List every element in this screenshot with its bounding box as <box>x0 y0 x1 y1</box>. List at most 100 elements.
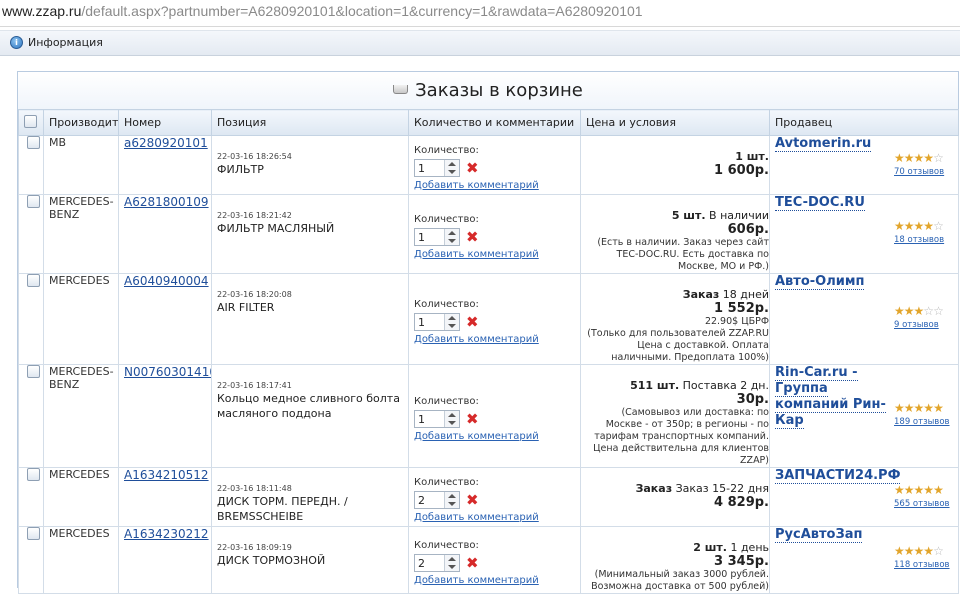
add-comment-link[interactable]: Добавить комментарий <box>414 180 580 191</box>
row-checkbox[interactable] <box>27 527 40 540</box>
add-comment-link[interactable]: Добавить комментарий <box>414 512 580 523</box>
rating-stars: ★★★★☆ <box>894 220 956 232</box>
col-manufacturer[interactable]: Производитель <box>43 109 119 136</box>
star-icon: ★ <box>894 219 905 233</box>
rating-stars: ★★★★★ <box>894 484 956 496</box>
col-position[interactable]: Позиция <box>211 109 409 136</box>
number-cell: A6040940004 <box>118 273 212 365</box>
seller-link[interactable]: Avtomerin.ru <box>775 136 872 152</box>
part-number-link[interactable]: A6281800109 <box>124 196 209 210</box>
add-comment-link[interactable]: Добавить комментарий <box>414 431 580 442</box>
spinner-up-icon[interactable] <box>448 412 456 417</box>
add-comment-link[interactable]: Добавить комментарий <box>414 249 580 260</box>
seller-link[interactable]: ЗАПЧАСТИ24.РФ <box>775 468 901 484</box>
position-name: ДИСК ТОРМ. ПЕРЕДН. / BREMSSCHEIBE <box>217 495 348 523</box>
delete-icon[interactable]: ✖ <box>466 314 479 330</box>
col-price[interactable]: Цена и условия <box>580 109 770 136</box>
part-number-link[interactable]: A1634210512 <box>124 469 209 483</box>
reviews-link[interactable]: 118 отзывов <box>894 560 950 570</box>
spinner-down-icon[interactable] <box>448 501 456 506</box>
delete-icon[interactable]: ✖ <box>466 555 479 571</box>
spinner-down-icon[interactable] <box>448 564 456 569</box>
select-all-cell[interactable] <box>18 109 44 136</box>
row-checkbox[interactable] <box>27 195 40 208</box>
col-number[interactable]: Номер <box>118 109 212 136</box>
row-checkbox[interactable] <box>27 136 40 149</box>
spinner-up-icon[interactable] <box>448 230 456 235</box>
spinner-up-icon[interactable] <box>448 556 456 561</box>
row-select-cell[interactable] <box>18 194 44 274</box>
select-all-checkbox[interactable] <box>24 114 37 128</box>
stock-line: Заказ Заказ 15-22 дня <box>586 482 769 495</box>
spinner-down-icon[interactable] <box>448 169 456 174</box>
reviews-link[interactable]: 9 отзывов <box>894 320 939 330</box>
stepper-buttons[interactable] <box>444 159 459 176</box>
delete-icon[interactable]: ✖ <box>466 492 479 508</box>
star-icon: ★ <box>894 483 905 497</box>
star-icon: ★ <box>903 401 915 415</box>
position-name: ФИЛЬТР МАСЛЯНЫЙ <box>217 222 335 235</box>
spinner-down-icon[interactable] <box>448 323 456 328</box>
stock-status: 1 день <box>730 541 769 554</box>
quantity-stepper[interactable]: 1 <box>414 409 460 428</box>
delete-icon[interactable]: ✖ <box>466 411 479 427</box>
star-icon: ★ <box>923 401 934 415</box>
qty-label: Количество: <box>414 298 479 310</box>
seller-link[interactable]: Rin-Car.ru - Группа компаний Рин-Кар <box>775 365 886 429</box>
quantity-cell: Количество: 1 ✖ Добавить комментарий <box>408 273 581 365</box>
position-name: Кольцо медное сливного болта масляного п… <box>217 392 400 420</box>
quantity-stepper[interactable]: 2 <box>414 553 460 572</box>
table-row: MERCEDES A6040940004 22-03-16 18:20:08 AIR … <box>18 273 959 365</box>
price-extra: 22.90$ ЦБРФ <box>704 316 769 327</box>
row-select-cell[interactable] <box>18 364 44 468</box>
row-checkbox[interactable] <box>27 365 40 378</box>
seller-rating: ★★★☆☆ 9 отзывов <box>894 305 956 330</box>
spinner-up-icon[interactable] <box>448 161 456 166</box>
info-bar[interactable]: i Информация <box>0 30 960 56</box>
col-seller[interactable]: Продавец <box>769 109 959 136</box>
stepper-buttons[interactable] <box>444 410 459 427</box>
seller-link[interactable]: TEC-DOC.RU <box>775 195 865 211</box>
spinner-up-icon[interactable] <box>448 493 456 498</box>
row-checkbox[interactable] <box>27 468 40 481</box>
part-number-link[interactable]: a6280920101 <box>124 137 208 151</box>
price-cell: 1 шт. 1 600р. <box>580 135 770 195</box>
stock-qty: Заказ <box>635 482 673 495</box>
delete-icon[interactable]: ✖ <box>466 160 479 176</box>
seller-link[interactable]: Авто-Олимп <box>775 274 865 290</box>
add-comment-link[interactable]: Добавить комментарий <box>414 575 580 586</box>
stepper-buttons[interactable] <box>444 228 459 245</box>
row-select-cell[interactable] <box>18 135 44 195</box>
spinner-down-icon[interactable] <box>448 238 456 243</box>
seller-link[interactable]: РусАвтоЗап <box>775 527 863 543</box>
quantity-stepper[interactable]: 1 <box>414 312 460 331</box>
row-checkbox[interactable] <box>27 274 40 287</box>
reviews-link[interactable]: 18 отзывов <box>894 235 944 245</box>
part-number-link[interactable]: N007603014106 <box>124 366 211 380</box>
reviews-link[interactable]: 70 отзывов <box>894 167 944 177</box>
delete-icon[interactable]: ✖ <box>466 229 479 245</box>
seller-cell: Rin-Car.ru - Группа компаний Рин-Кар ★★★★… <box>769 364 959 468</box>
reviews-link[interactable]: 189 отзывов <box>894 417 950 427</box>
add-comment-link[interactable]: Добавить комментарий <box>414 334 580 345</box>
quantity-stepper[interactable]: 2 <box>414 490 460 509</box>
part-number-link[interactable]: A1634230212 <box>124 528 209 542</box>
stepper-buttons[interactable] <box>444 491 459 508</box>
quantity-stepper[interactable]: 1 <box>414 158 460 177</box>
seller-cell: Avtomerin.ru ★★★★☆ 70 отзывов <box>769 135 959 195</box>
browser-address-bar[interactable]: www.zzap.ru/default.aspx?partnumber=A628… <box>0 0 960 27</box>
row-select-cell[interactable] <box>18 273 44 365</box>
row-select-cell[interactable] <box>18 526 44 594</box>
stepper-buttons[interactable] <box>444 313 459 330</box>
row-select-cell[interactable] <box>18 467 44 527</box>
stock-qty: 2 шт. <box>693 541 727 554</box>
spinner-up-icon[interactable] <box>448 315 456 320</box>
spinner-down-icon[interactable] <box>448 420 456 425</box>
col-quantity[interactable]: Количество и комментарии <box>408 109 581 136</box>
order-date: 22-03-16 18:09:19 <box>217 543 292 552</box>
part-number-link[interactable]: A6040940004 <box>124 275 209 289</box>
reviews-link[interactable]: 565 отзывов <box>894 499 950 509</box>
quantity-stepper[interactable]: 1 <box>414 227 460 246</box>
stepper-buttons[interactable] <box>444 554 459 571</box>
star-icon: ★ <box>923 151 934 165</box>
